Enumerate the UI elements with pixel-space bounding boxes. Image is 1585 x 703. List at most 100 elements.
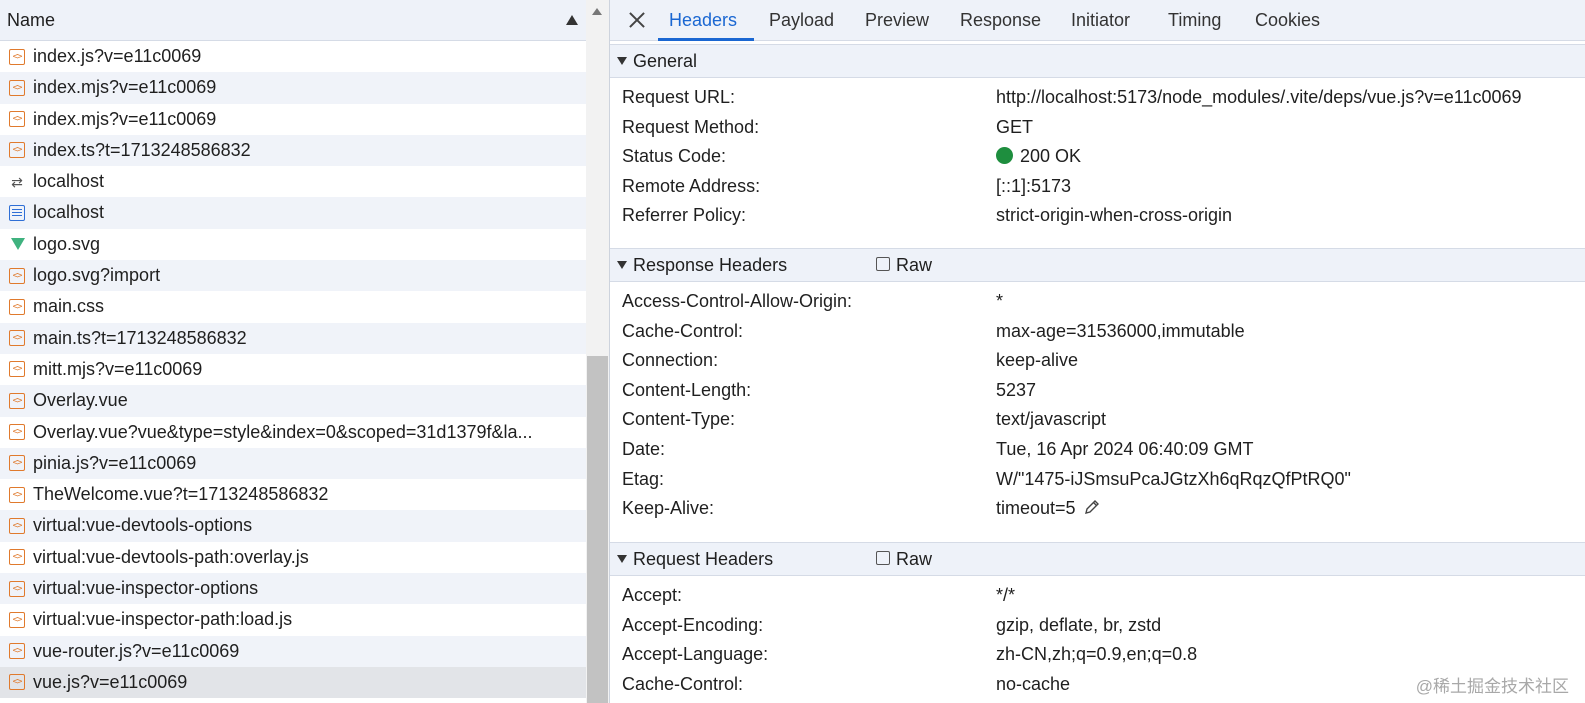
response-header-row: Connection: keep-alive bbox=[622, 350, 1079, 371]
request-name: Overlay.vue bbox=[33, 390, 128, 411]
request-headers-section-header[interactable]: Request Headers Raw bbox=[610, 542, 1585, 576]
table-row[interactable]: mitt.mjs?v=e11c0069 bbox=[0, 353, 586, 386]
checkbox-icon[interactable] bbox=[876, 257, 890, 272]
table-row[interactable]: virtual:vue-inspector-options bbox=[0, 573, 586, 605]
table-row[interactable]: virtual:vue-inspector-path:load.js bbox=[0, 604, 586, 636]
request-name: virtual:vue-inspector-path:load.js bbox=[33, 609, 293, 630]
script-icon bbox=[9, 424, 25, 441]
request-name: logo.svg bbox=[33, 233, 101, 254]
tab-initiator[interactable]: Initiator bbox=[1071, 0, 1130, 40]
script-icon bbox=[9, 111, 25, 128]
response-headers-section-title[interactable]: Response Headers bbox=[617, 249, 787, 281]
table-row[interactable]: main.css bbox=[0, 291, 586, 323]
active-tab-indicator bbox=[658, 38, 754, 41]
request-name: virtual:vue-devtools-options bbox=[33, 515, 253, 536]
script-icon bbox=[9, 549, 25, 566]
table-row[interactable]: logo.svg?import bbox=[0, 260, 586, 292]
checkbox-icon[interactable] bbox=[876, 551, 890, 566]
script-icon bbox=[9, 517, 25, 534]
general-section-header[interactable]: General bbox=[610, 44, 1585, 78]
request-name: vue-router.js?v=e11c0069 bbox=[33, 640, 240, 661]
table-row[interactable]: Overlay.vue bbox=[0, 385, 586, 417]
tab-cookies[interactable]: Cookies bbox=[1255, 0, 1320, 40]
tab-preview[interactable]: Preview bbox=[865, 0, 929, 40]
table-row[interactable]: pinia.js?v=e11c0069 bbox=[0, 447, 586, 480]
document-icon bbox=[9, 204, 25, 221]
general-row-referrer-policy: Referrer Policy: strict-origin-when-cross… bbox=[622, 205, 1233, 226]
response-raw-toggle[interactable]: Raw bbox=[876, 249, 932, 281]
collapse-triangle-icon bbox=[617, 57, 627, 66]
scrollbar-thumb[interactable] bbox=[587, 356, 608, 703]
tab-timing[interactable]: Timing bbox=[1168, 0, 1221, 40]
general-row-request-method: Request Method: GET bbox=[622, 116, 1034, 137]
pencil-icon[interactable] bbox=[1084, 499, 1100, 515]
script-icon bbox=[9, 674, 25, 691]
request-name: Overlay.vue?vue&type=style&index=0&scope… bbox=[33, 421, 533, 442]
script-icon bbox=[9, 455, 25, 472]
request-name: main.ts?t=1713248586832 bbox=[33, 327, 247, 348]
request-name: pinia.js?v=e11c0069 bbox=[33, 452, 197, 473]
details-tabbar: Headers Payload Preview Response Initiat… bbox=[610, 0, 1585, 41]
response-header-row: Etag: W/"1475-iJSmsuPcaJGtzXh6qRqzQfPtRQ0… bbox=[622, 468, 1351, 489]
response-header-row: Keep-Alive: timeout=5 bbox=[610, 494, 1585, 524]
script-icon bbox=[9, 79, 25, 96]
table-row[interactable]: virtual:vue-devtools-options bbox=[0, 510, 586, 542]
table-row[interactable]: vue-router.js?v=e11c0069 bbox=[0, 635, 586, 667]
tab-payload[interactable]: Payload bbox=[769, 0, 834, 40]
status-ok-dot-icon bbox=[996, 146, 1013, 164]
table-row-selected[interactable]: vue.js?v=e11c0069 bbox=[0, 666, 586, 699]
request-header-row: Accept-Language: zh-CN,zh;q=0.9,en;q=0.8 bbox=[622, 644, 1198, 665]
request-rows: index.js?v=e11c0069 index.mjs?v=e11c0069… bbox=[0, 41, 586, 703]
general-row-request-url: Request URL: http://localhost:5173/node_m… bbox=[622, 87, 1522, 107]
request-name: TheWelcome.vue?t=1713248586832 bbox=[33, 484, 329, 505]
close-icon[interactable] bbox=[625, 8, 649, 32]
table-row[interactable]: index.js?v=e11c0069 bbox=[0, 41, 586, 73]
script-icon bbox=[9, 611, 25, 628]
table-row[interactable]: TheWelcome.vue?t=1713248586832 bbox=[0, 479, 586, 511]
collapse-triangle-icon bbox=[617, 261, 627, 270]
request-name: index.ts?t=1713248586832 bbox=[33, 139, 251, 160]
table-row[interactable]: virtual:vue-devtools-path:overlay.js bbox=[0, 541, 586, 574]
response-header-row: Cache-Control: max-age=31536000,immutable bbox=[622, 320, 1245, 341]
script-icon bbox=[9, 580, 25, 597]
general-section-title[interactable]: General bbox=[617, 45, 697, 77]
request-name: mitt.mjs?v=e11c0069 bbox=[33, 358, 203, 379]
table-row[interactable]: localhost bbox=[0, 197, 586, 229]
tab-headers[interactable]: Headers bbox=[669, 0, 737, 40]
table-row[interactable]: logo.svg bbox=[0, 228, 586, 261]
list-header[interactable]: Name bbox=[0, 0, 586, 41]
request-name: virtual:vue-devtools-path:overlay.js bbox=[33, 546, 309, 567]
scroll-up-arrow-icon[interactable] bbox=[592, 8, 602, 15]
list-scrollbar[interactable] bbox=[586, 0, 609, 703]
request-name: virtual:vue-inspector-options bbox=[33, 578, 259, 599]
table-row[interactable]: index.mjs?v=e11c0069 bbox=[0, 103, 586, 135]
table-row[interactable]: index.ts?t=1713248586832 bbox=[0, 134, 586, 167]
collapse-triangle-icon bbox=[617, 555, 627, 564]
request-details-panel: Headers Payload Preview Response Initiat… bbox=[610, 0, 1585, 703]
script-icon bbox=[9, 330, 25, 347]
request-headers-section-title[interactable]: Request Headers bbox=[617, 543, 773, 575]
watermark: @稀土掘金技术社区 bbox=[1415, 677, 1569, 696]
response-header-row: Date: Tue, 16 Apr 2024 06:40:09 GMT bbox=[622, 439, 1254, 459]
name-column-header[interactable]: Name bbox=[7, 0, 55, 40]
table-row[interactable]: ⇄ localhost bbox=[0, 166, 586, 198]
table-row[interactable]: index.mjs?v=e11c0069 bbox=[0, 72, 586, 104]
response-header-row: Content-Length: 5237 bbox=[622, 379, 1037, 400]
request-name: localhost bbox=[33, 171, 105, 192]
script-icon bbox=[9, 142, 25, 159]
response-headers-section-header[interactable]: Response Headers Raw bbox=[610, 248, 1585, 282]
table-row[interactable]: main.ts?t=1713248586832 bbox=[0, 322, 586, 354]
request-name: logo.svg?import bbox=[33, 265, 161, 286]
request-name: main.css bbox=[33, 296, 105, 317]
request-name: index.mjs?v=e11c0069 bbox=[33, 77, 217, 98]
script-icon bbox=[9, 361, 25, 378]
tab-response[interactable]: Response bbox=[960, 0, 1041, 40]
sort-ascending-icon[interactable] bbox=[566, 15, 578, 25]
request-header-row: Accept-Encoding: gzip, deflate, br, zstd bbox=[622, 614, 1162, 635]
table-row[interactable]: Overlay.vue?vue&type=style&index=0&scope… bbox=[0, 416, 586, 448]
response-header-row: Access-Control-Allow-Origin: * bbox=[622, 291, 1004, 311]
request-raw-toggle[interactable]: Raw bbox=[876, 543, 932, 575]
table-row[interactable] bbox=[0, 698, 586, 703]
general-row-remote-address: Remote Address: [::1]:5173 bbox=[622, 175, 1072, 196]
script-icon bbox=[9, 486, 25, 503]
